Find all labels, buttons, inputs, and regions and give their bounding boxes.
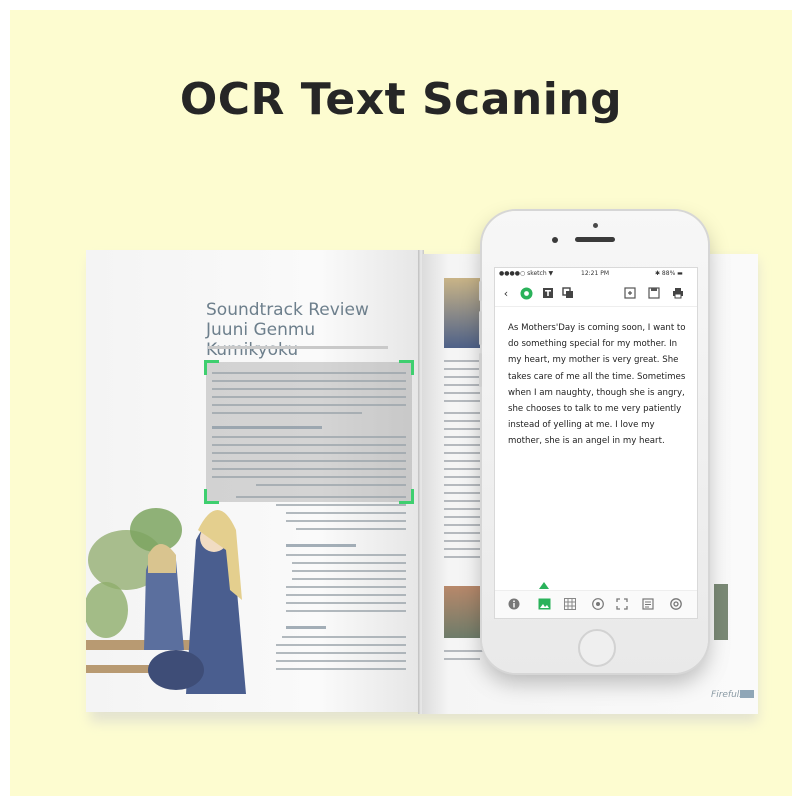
active-tab-indicator bbox=[539, 582, 549, 589]
mute-switch bbox=[479, 281, 482, 301]
crop-icon[interactable] bbox=[615, 597, 629, 611]
app-toolbar: ‹ bbox=[495, 282, 697, 307]
info-icon[interactable] bbox=[507, 597, 521, 611]
status-time: 12:21 PM bbox=[581, 270, 609, 277]
document-icon[interactable] bbox=[641, 597, 655, 611]
phone-screen: ●●●●○ sketch ▼ 12:21 PM ✱ 88% ▬ ‹ As Mot… bbox=[494, 267, 698, 619]
smartphone: ●●●●○ sketch ▼ 12:21 PM ✱ 88% ▬ ‹ As Mot… bbox=[479, 211, 708, 673]
anime-illustration bbox=[86, 508, 246, 694]
earpiece-speaker bbox=[575, 237, 615, 242]
print-icon[interactable] bbox=[671, 286, 685, 300]
ocr-result-text[interactable]: As Mothers'Day is coming soon, I want to… bbox=[508, 320, 688, 450]
settings-icon[interactable] bbox=[669, 597, 683, 611]
scan-selection-box[interactable] bbox=[204, 360, 414, 504]
volume-up-button bbox=[479, 311, 482, 345]
battery-status: ✱ 88% ▬ bbox=[655, 270, 683, 277]
volume-down-button bbox=[479, 353, 482, 387]
brand-page-box bbox=[740, 690, 754, 698]
home-button[interactable] bbox=[578, 629, 616, 667]
review-heading: Soundtrack Review Juuni Genmu Kumikyoku bbox=[206, 300, 406, 360]
front-camera bbox=[552, 237, 558, 243]
save-icon[interactable] bbox=[647, 286, 661, 300]
table-icon[interactable] bbox=[563, 597, 577, 611]
globe-icon[interactable] bbox=[591, 597, 605, 611]
ocr-icon[interactable] bbox=[519, 286, 533, 300]
copy-icon[interactable] bbox=[561, 286, 575, 300]
export-icon[interactable] bbox=[623, 286, 637, 300]
image-icon[interactable] bbox=[537, 597, 551, 611]
headline-title: OCR Text Scaning bbox=[179, 74, 623, 125]
bottom-tab-bar bbox=[495, 582, 697, 618]
review-heading-line1: Soundtrack Review bbox=[206, 300, 369, 320]
scene-thumbnail bbox=[444, 586, 484, 638]
status-bar: ●●●●○ sketch ▼ 12:21 PM ✱ 88% ▬ bbox=[495, 268, 697, 280]
text-icon[interactable] bbox=[541, 286, 555, 300]
review-heading-line2: Juuni Genmu Kumikyoku bbox=[206, 320, 316, 360]
carrier-signal: ●●●●○ sketch ▼ bbox=[499, 270, 554, 277]
character-thumbnail bbox=[444, 278, 484, 348]
edge-thumbnail bbox=[714, 584, 728, 640]
back-icon[interactable]: ‹ bbox=[499, 286, 513, 300]
poster: OCR Text Scaning Soundtrack Review Juuni… bbox=[10, 10, 792, 796]
book-left-page: Soundtrack Review Juuni Genmu Kumikyoku bbox=[86, 250, 420, 712]
byline bbox=[208, 346, 388, 349]
proximity-sensor bbox=[593, 223, 598, 228]
